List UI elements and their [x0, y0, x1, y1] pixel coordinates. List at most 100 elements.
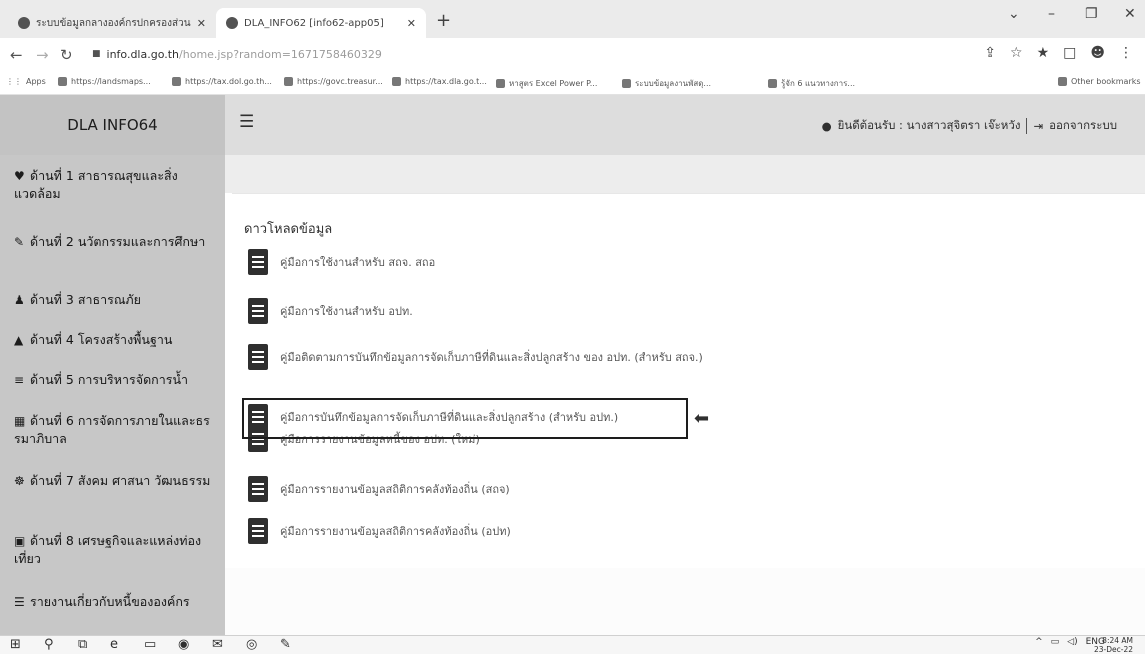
user-bar: ● ยินดีต้อนรับ : นางสาวสุจิตรา เจ๊ะหวัง … — [822, 117, 1117, 135]
sidebar-item-innovation[interactable]: ✎ ด้านที่ 2 นวัตกรรมและการศึกษา — [14, 233, 214, 251]
maximize-icon[interactable]: ❐ — [1085, 6, 1098, 22]
back-icon[interactable]: ← — [10, 46, 23, 64]
forward-icon[interactable]: → — [36, 46, 49, 64]
bookmark-item[interactable]: https://tax.dol.go.th... — [172, 77, 272, 86]
menu-icon[interactable]: ⋮ — [1119, 45, 1133, 61]
show-hidden-icon[interactable]: ^ — [1035, 637, 1043, 647]
money-icon: ▣ — [14, 534, 26, 548]
file-explorer-icon[interactable]: ▭ — [144, 637, 156, 652]
bookmark-favicon-icon — [496, 79, 505, 88]
book-icon — [248, 476, 270, 502]
user-icon: ● — [821, 119, 832, 133]
group-icon: ☸ — [14, 474, 25, 488]
tab-close-icon[interactable]: ✕ — [197, 17, 206, 30]
book-icon — [248, 344, 270, 370]
breadcrumb-strip — [225, 155, 1145, 193]
sidebar-item-water[interactable]: ≡ ด้านที่ 5 การบริหารจัดการน้ำ — [14, 371, 214, 389]
bookmark-item[interactable]: https://govc.treasur... — [284, 77, 383, 86]
sidebar-item-economy[interactable]: ▣ ด้านที่ 8 เศรษฐกิจและแหล่งท่องเที่ยว — [14, 532, 214, 568]
extensions-icon[interactable]: ★ — [1037, 45, 1050, 61]
divider — [1026, 118, 1028, 134]
download-link[interactable]: คู่มือการใช้งานสำหรับ สถจ. สถอ — [280, 253, 435, 271]
task-view-icon[interactable]: ⧉ — [78, 637, 87, 652]
sidepanel-icon[interactable]: □ — [1063, 45, 1076, 61]
edge-icon[interactable]: e — [110, 637, 118, 652]
list-item[interactable]: คู่มือการใช้งานสำหรับ สถจ. สถอ — [248, 249, 435, 275]
mail-icon[interactable]: ✉ — [212, 637, 223, 652]
sidebar: DLA INFO64 ♥ ด้านที่ 1 สาธารณสุขและสิ่งแว… — [0, 95, 225, 635]
tab-close-icon[interactable]: ✕ — [407, 17, 416, 30]
browser-tab-bar: ระบบข้อมูลกลางองค์กรปกครองส่วนท้องถิ่น ✕… — [0, 0, 1145, 38]
chrome-icon[interactable]: ◉ — [178, 637, 189, 652]
other-bookmarks[interactable]: Other bookmarks — [1058, 77, 1141, 86]
logout-icon[interactable]: ⇥ — [1033, 119, 1043, 133]
lock-icon: ■ — [92, 49, 101, 59]
browser-tab-1[interactable]: ระบบข้อมูลกลางองค์กรปกครองส่วนท้องถิ่น ✕ — [8, 8, 216, 38]
sidebar-item-infrastructure[interactable]: ▲ ด้านที่ 4 โครงสร้างพื้นฐาน — [14, 331, 214, 349]
road-icon: ▲ — [14, 333, 24, 347]
sidebar-item-disaster[interactable]: ♟ ด้านที่ 3 สาธารณภัย — [14, 291, 214, 309]
volume-icon[interactable]: ◁) — [1067, 637, 1077, 647]
bookmark-favicon-icon — [768, 79, 777, 88]
heart-icon: ♥ — [14, 169, 25, 183]
search-icon[interactable]: ⚲ — [44, 637, 54, 652]
logout-link[interactable]: ออกจากระบบ — [1049, 117, 1117, 135]
toolbar-icons: ⇪ ☆ ★ □ ☻ ⋮ — [984, 45, 1133, 61]
sidebar-item-society[interactable]: ☸ ด้านที่ 7 สังคม ศาสนา วัฒนธรรม — [14, 472, 214, 490]
list-item[interactable]: คู่มือการรายงานข้อมูลสถิติการคลังท้องถิ่… — [248, 518, 511, 544]
new-tab-icon[interactable]: + — [436, 10, 451, 31]
chrome-profile-icon[interactable]: ◎ — [246, 637, 257, 652]
list-item[interactable]: คู่มือติดตามการบันทึกข้อมูลการจัดเก็บภาษ… — [248, 344, 703, 370]
list-item[interactable]: คู่มือการใช้งานสำหรับ อปท. — [248, 298, 413, 324]
close-window-icon[interactable]: ✕ — [1124, 6, 1136, 22]
bookmark-favicon-icon — [622, 79, 631, 88]
brand-logo[interactable]: DLA INFO64 — [0, 95, 225, 155]
bookmark-item[interactable]: https://tax.dla.go.t... — [392, 77, 487, 86]
report-icon: ☰ — [14, 595, 25, 609]
book-icon — [248, 518, 270, 544]
tab-favicon-icon — [18, 17, 30, 29]
download-link[interactable]: คู่มือการใช้งานสำหรับ อปท. — [280, 302, 413, 320]
minimize-icon[interactable]: – — [1048, 6, 1055, 22]
bookmark-item[interactable]: หาสูตร Excel Power P... — [496, 77, 597, 90]
folder-icon — [1058, 77, 1067, 86]
pen-app-icon[interactable]: ✎ — [280, 637, 291, 652]
browser-tab-2[interactable]: DLA_INFO62 [info62-app05] ✕ — [216, 8, 426, 38]
download-link[interactable]: คู่มือการรายงานข้อมูลสถิติการคลังท้องถิ่… — [280, 522, 511, 540]
download-link[interactable]: คู่มือการรายงานข้อมูลสถิติการคลังท้องถิ่… — [280, 480, 510, 498]
bookmark-item[interactable]: รู้จัก 6 แนวทางการ... — [768, 77, 855, 90]
bookmark-item[interactable]: https://landsmaps... — [58, 77, 151, 86]
address-row: ← → ↻ ■ info.dla.go.th/home.jsp?random=1… — [0, 38, 1145, 72]
share-icon[interactable]: ⇪ — [984, 45, 996, 61]
app-header: ☰ ● ยินดีต้อนรับ : นางสาวสุจิตรา เจ๊ะหวั… — [225, 95, 1145, 155]
welcome-text: ยินดีต้อนรับ : นางสาวสุจิตรา เจ๊ะหวัง — [837, 118, 1021, 132]
content-footer-area — [225, 568, 1145, 635]
people-icon: ♟ — [14, 293, 25, 307]
reload-icon[interactable]: ↻ — [60, 46, 73, 64]
download-link[interactable]: คู่มือติดตามการบันทึกข้อมูลการจัดเก็บภาษ… — [280, 348, 703, 366]
sidebar-item-debt-report[interactable]: ☰ รายงานเกี่ยวกับหนี้ขององค์กร — [14, 593, 214, 611]
panel-title: ดาวโหลดข้อมูล — [244, 222, 333, 237]
clock[interactable]: 8:24 AM 23-Dec-22 — [1094, 636, 1133, 654]
download-panel: ดาวโหลดข้อมูล คู่มือการใช้งานสำหรับ สถจ.… — [232, 193, 1145, 569]
network-icon[interactable]: ▭ — [1051, 637, 1060, 647]
clock-time: 8:24 AM — [1102, 636, 1133, 645]
hamburger-menu-icon[interactable]: ☰ — [239, 112, 254, 132]
sidebar-item-governance[interactable]: ▦ ด้านที่ 6 การจัดการภายในและธรรมาภิบาล — [14, 412, 214, 448]
bookmark-favicon-icon — [284, 77, 293, 86]
list-item[interactable]: คู่มือการรายงานข้อมูลสถิติการคลังท้องถิ่… — [248, 476, 510, 502]
book-icon — [248, 249, 270, 275]
building-icon: ▦ — [14, 414, 26, 428]
education-icon: ✎ — [14, 235, 25, 249]
sidebar-item-health[interactable]: ♥ ด้านที่ 1 สาธารณสุขและสิ่งแวดล้อม — [14, 167, 214, 203]
pointer-arrow-icon: ⬅ — [694, 408, 710, 429]
profile-icon[interactable]: ☻ — [1090, 45, 1105, 61]
bookmark-apps[interactable]: ⋮⋮ Apps — [6, 77, 46, 86]
address-bar[interactable]: ■ info.dla.go.th/home.jsp?random=1671758… — [88, 42, 948, 66]
bookmark-item[interactable]: ระบบข้อมูลงานพัสดุ... — [622, 77, 711, 90]
bookmark-star-icon[interactable]: ☆ — [1010, 45, 1023, 61]
windows-start-icon[interactable]: ⊞ — [10, 637, 21, 652]
bookmark-favicon-icon — [392, 77, 401, 86]
tab-search-icon[interactable]: ⌄ — [1008, 6, 1020, 22]
tab-favicon-icon — [226, 17, 238, 29]
